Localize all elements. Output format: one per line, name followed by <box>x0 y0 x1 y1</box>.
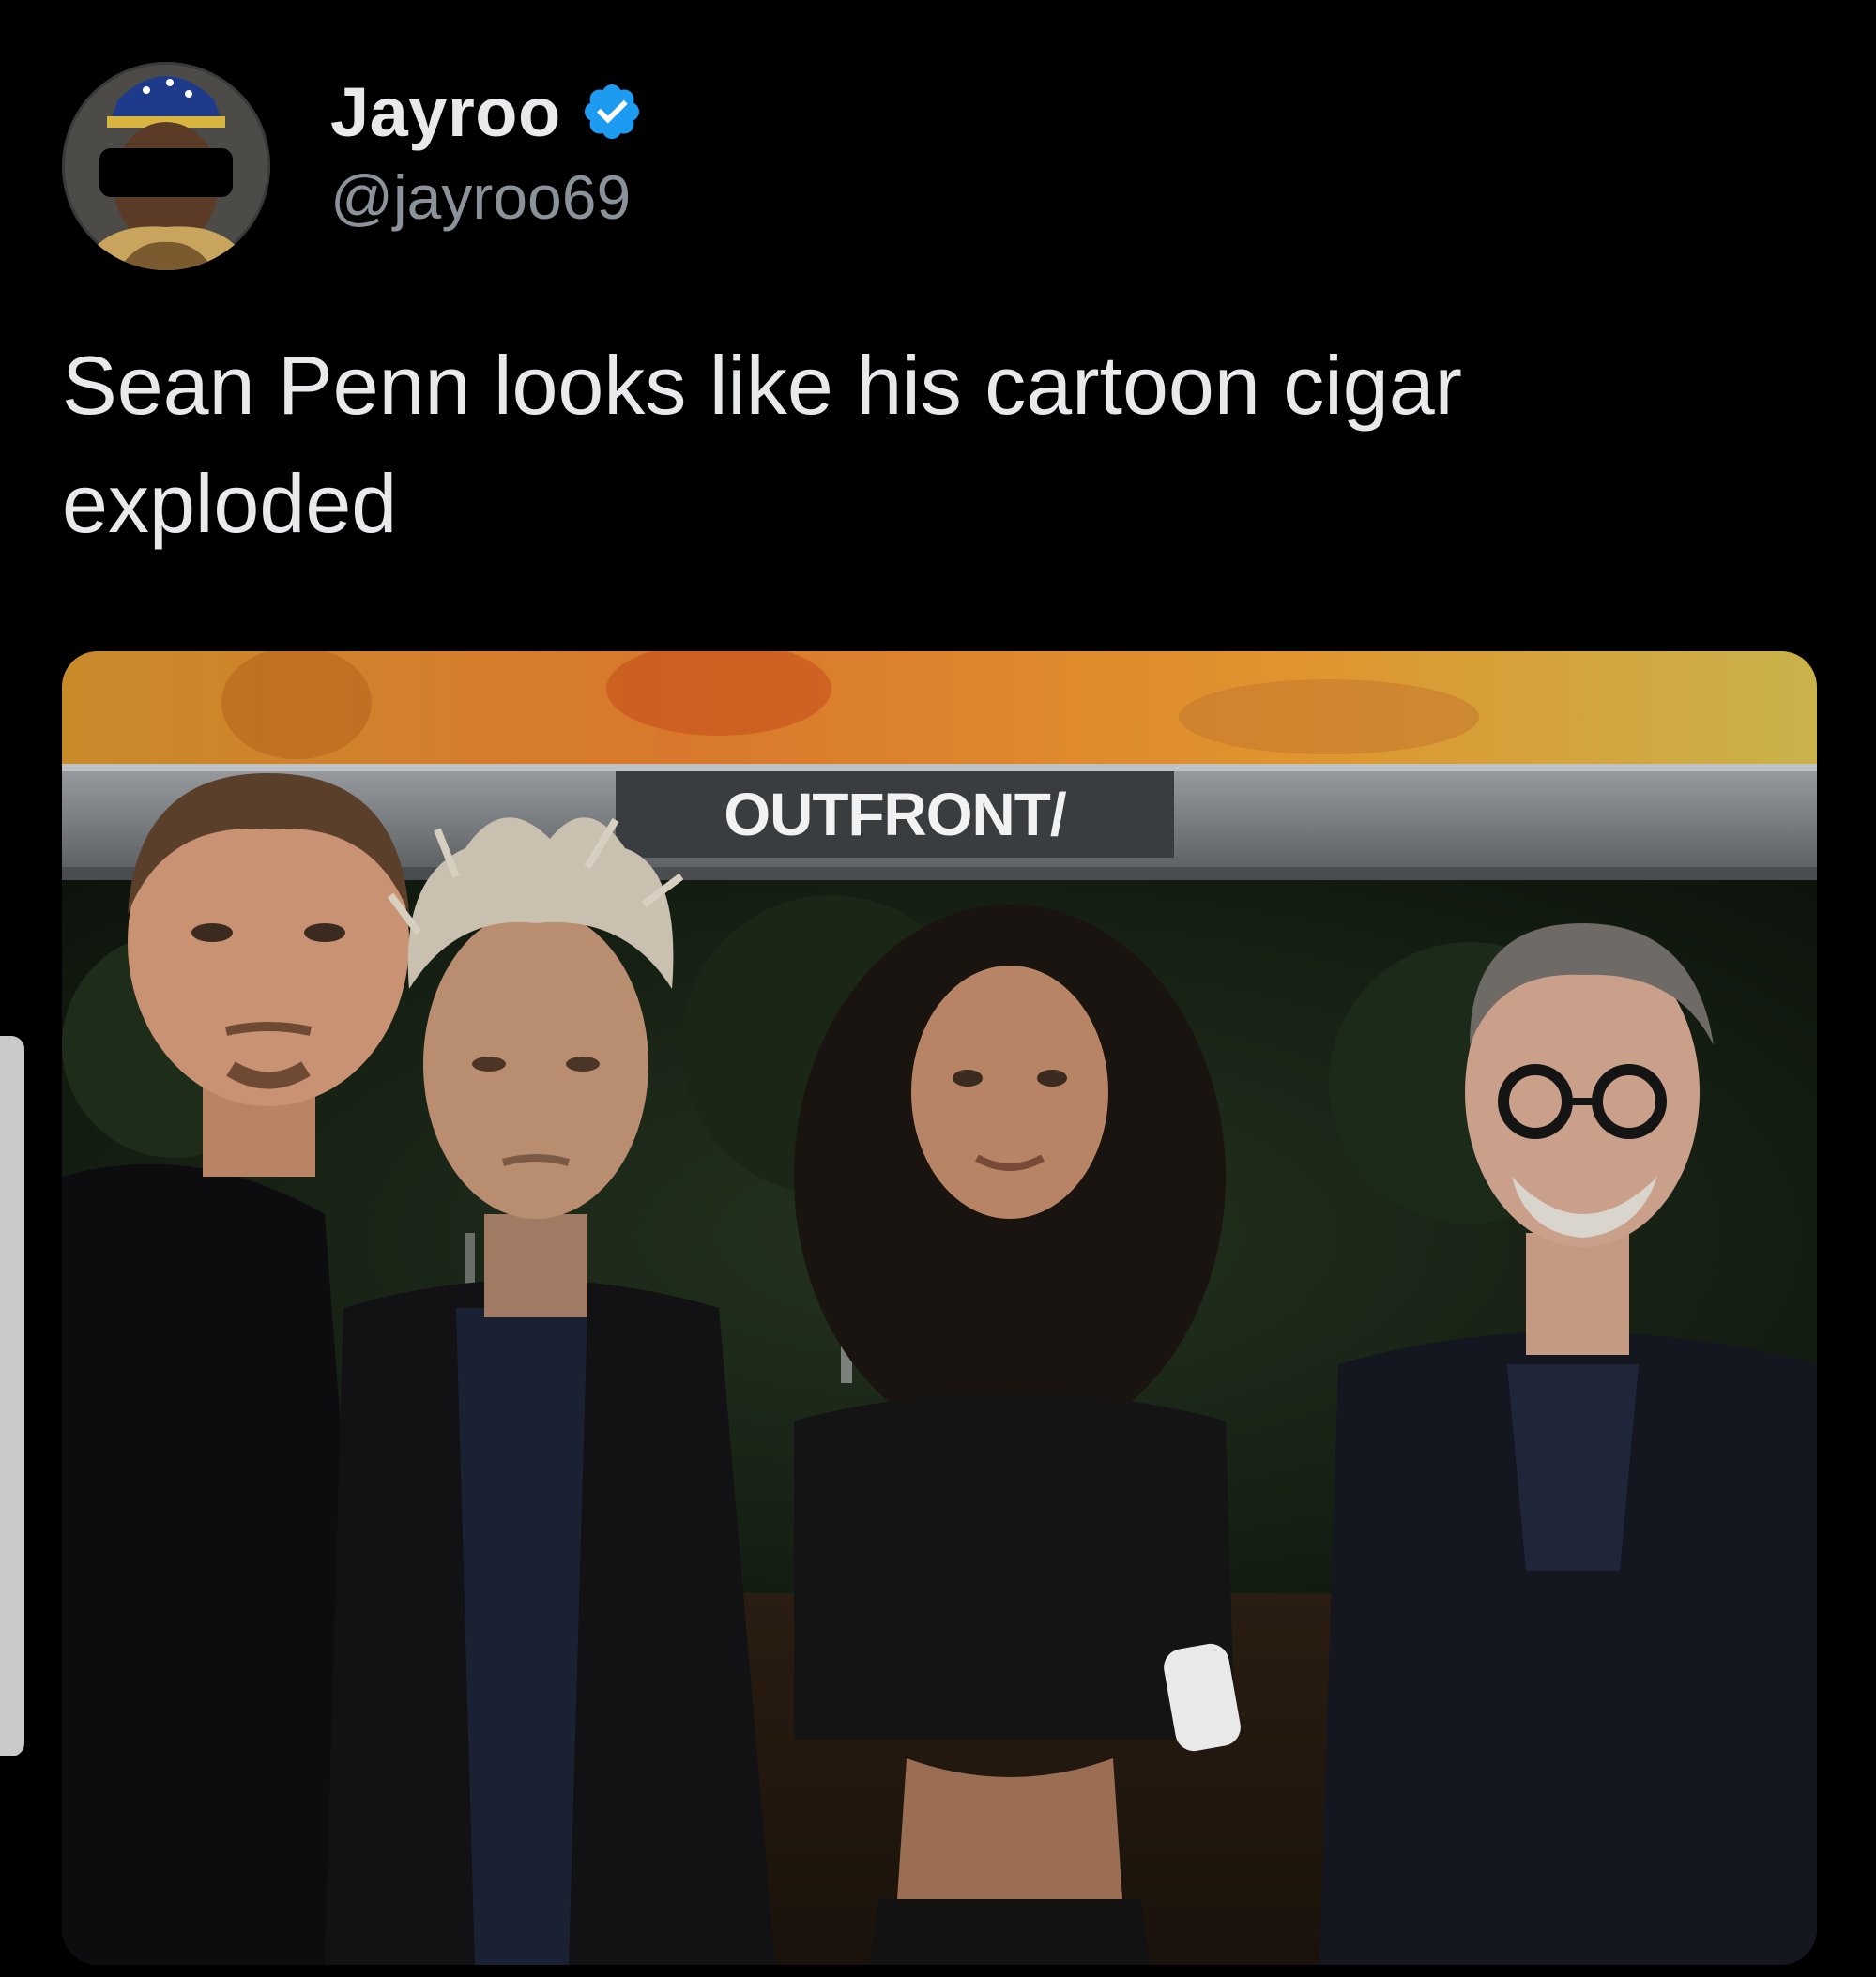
verified-badge-icon <box>584 84 639 140</box>
billboard-sign-text: OUTFRONT/ <box>724 781 1066 848</box>
author-name-row: Jayroo <box>330 66 644 158</box>
author-block[interactable]: Jayroo @jayroo69 <box>330 66 644 233</box>
scroll-handle[interactable] <box>0 1036 24 1756</box>
user-avatar-icon <box>62 62 270 270</box>
tweet-media-image[interactable]: OUTFRONT/ <box>62 651 1817 1965</box>
author-display-name[interactable]: Jayroo <box>330 72 561 152</box>
author-handle[interactable]: @jayroo69 <box>330 161 644 233</box>
tweet-text: Sean Penn looks like his cartoon cigar e… <box>62 339 1462 550</box>
author-avatar[interactable] <box>62 62 270 270</box>
